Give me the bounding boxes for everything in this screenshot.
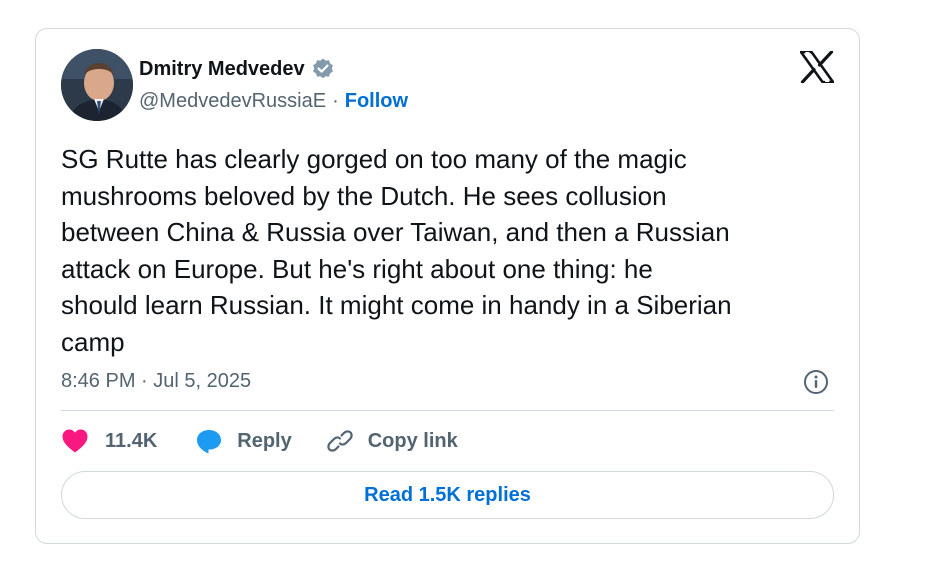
x-logo-icon[interactable]: [799, 50, 835, 84]
verified-badge-icon: [311, 57, 335, 81]
avatar-image: [61, 49, 133, 121]
author-name-row: Dmitry Medvedev: [139, 57, 335, 81]
separator-dot: ·: [332, 90, 339, 112]
link-icon: [326, 427, 354, 455]
follow-button[interactable]: Follow: [345, 90, 408, 113]
copy-link-label: Copy link: [367, 429, 458, 452]
tweet-text: SG Rutte has clearly gorged on too many …: [61, 144, 732, 357]
heart-icon: [61, 427, 89, 455]
reply-button[interactable]: Reply: [195, 427, 292, 455]
author-handle[interactable]: @MedvedevRussiaE: [139, 90, 326, 113]
reply-label: Reply: [237, 429, 292, 452]
action-bar: 11.4K Reply Copy link: [61, 427, 458, 455]
tweet-card: Dmitry Medvedev @MedvedevRussiaE · Follo…: [35, 28, 860, 544]
divider: [61, 410, 834, 411]
read-replies-button[interactable]: Read 1.5K replies: [61, 471, 834, 519]
author-display-name[interactable]: Dmitry Medvedev: [139, 58, 305, 81]
speech-bubble-icon: [195, 427, 223, 455]
copy-link-button[interactable]: Copy link: [326, 427, 458, 455]
info-icon[interactable]: [803, 369, 829, 395]
author-handle-row: @MedvedevRussiaE · Follow: [139, 90, 408, 113]
tweet-timestamp[interactable]: 8:46 PM · Jul 5, 2025: [61, 370, 251, 393]
avatar[interactable]: [61, 49, 133, 121]
like-count: 11.4K: [105, 429, 158, 452]
like-button[interactable]: 11.4K: [61, 427, 157, 455]
